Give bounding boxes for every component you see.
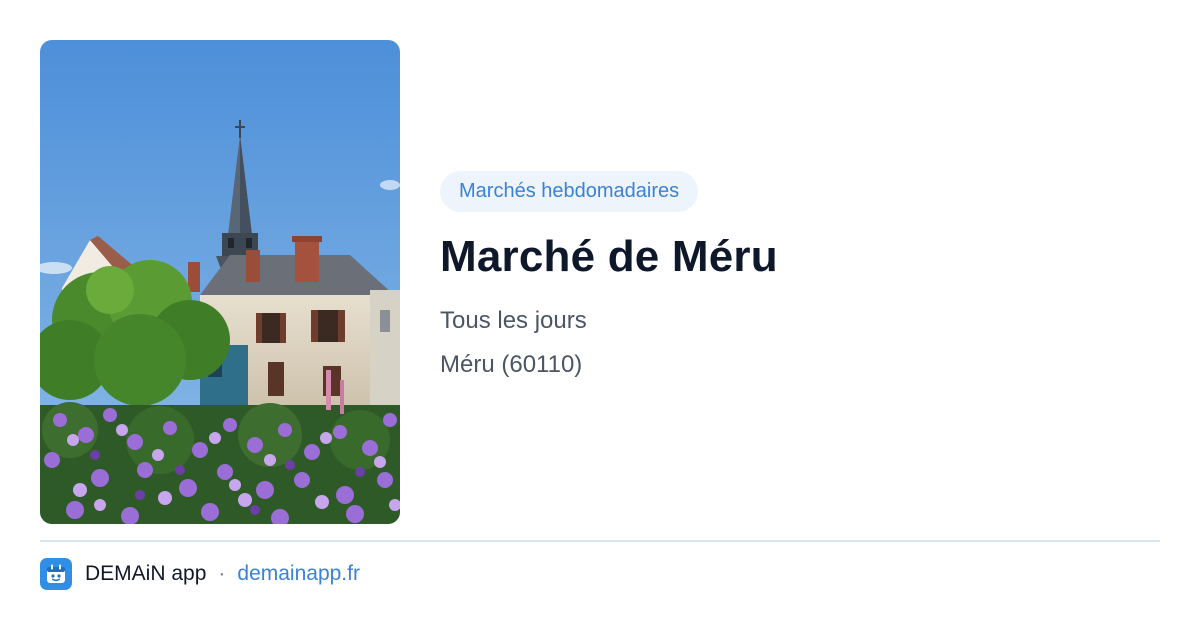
demain-app-logo-icon (40, 558, 72, 590)
market-schedule: Tous les jours (440, 307, 587, 334)
market-photo (40, 40, 400, 524)
market-info: Marchés hebdomadaires Marché de Méru Tou… (440, 171, 1140, 381)
footer-separator: · (218, 562, 226, 585)
market-location: Méru (60110) (440, 351, 583, 378)
category-badge[interactable]: Marchés hebdomadaires (440, 171, 699, 212)
app-name: DEMAiN app (85, 562, 207, 585)
app-website-link[interactable]: demainapp.fr (237, 562, 360, 586)
market-share-card: Marchés hebdomadaires Marché de Méru Tou… (0, 0, 1200, 630)
footer: DEMAiN app · demainapp.fr (40, 558, 360, 590)
footer-divider (40, 540, 1160, 542)
village-church-photo (40, 40, 400, 524)
market-title: Marché de Méru (440, 232, 778, 281)
